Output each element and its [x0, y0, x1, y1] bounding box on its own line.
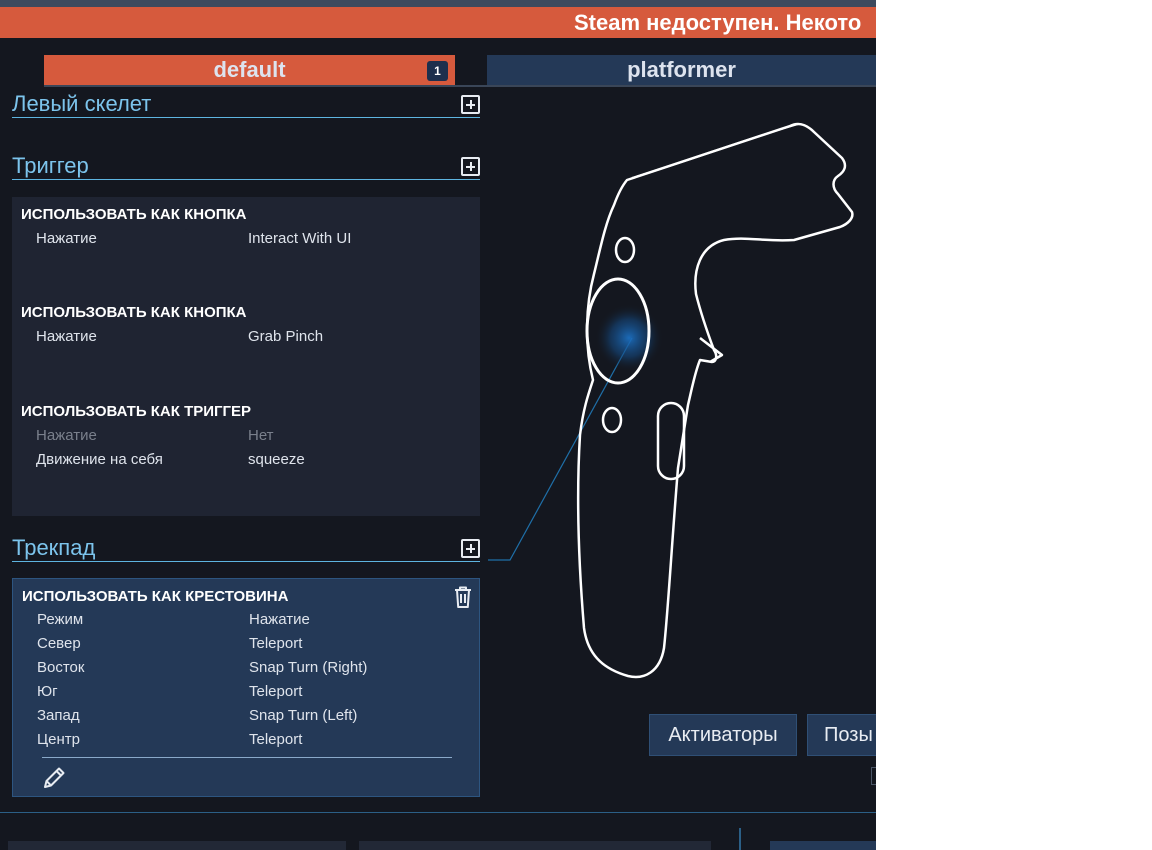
footer-separator [739, 828, 741, 850]
footer-button[interactable] [8, 841, 346, 850]
activators-button[interactable]: Активаторы [649, 714, 797, 756]
positions-button[interactable]: Позы [807, 714, 876, 756]
footer-divider [0, 812, 876, 813]
footer-button[interactable] [770, 841, 876, 850]
footer-button[interactable] [359, 841, 711, 850]
partial-control[interactable] [871, 767, 876, 785]
app-window: Steam недоступен. Некото default 1 platf… [0, 0, 876, 850]
